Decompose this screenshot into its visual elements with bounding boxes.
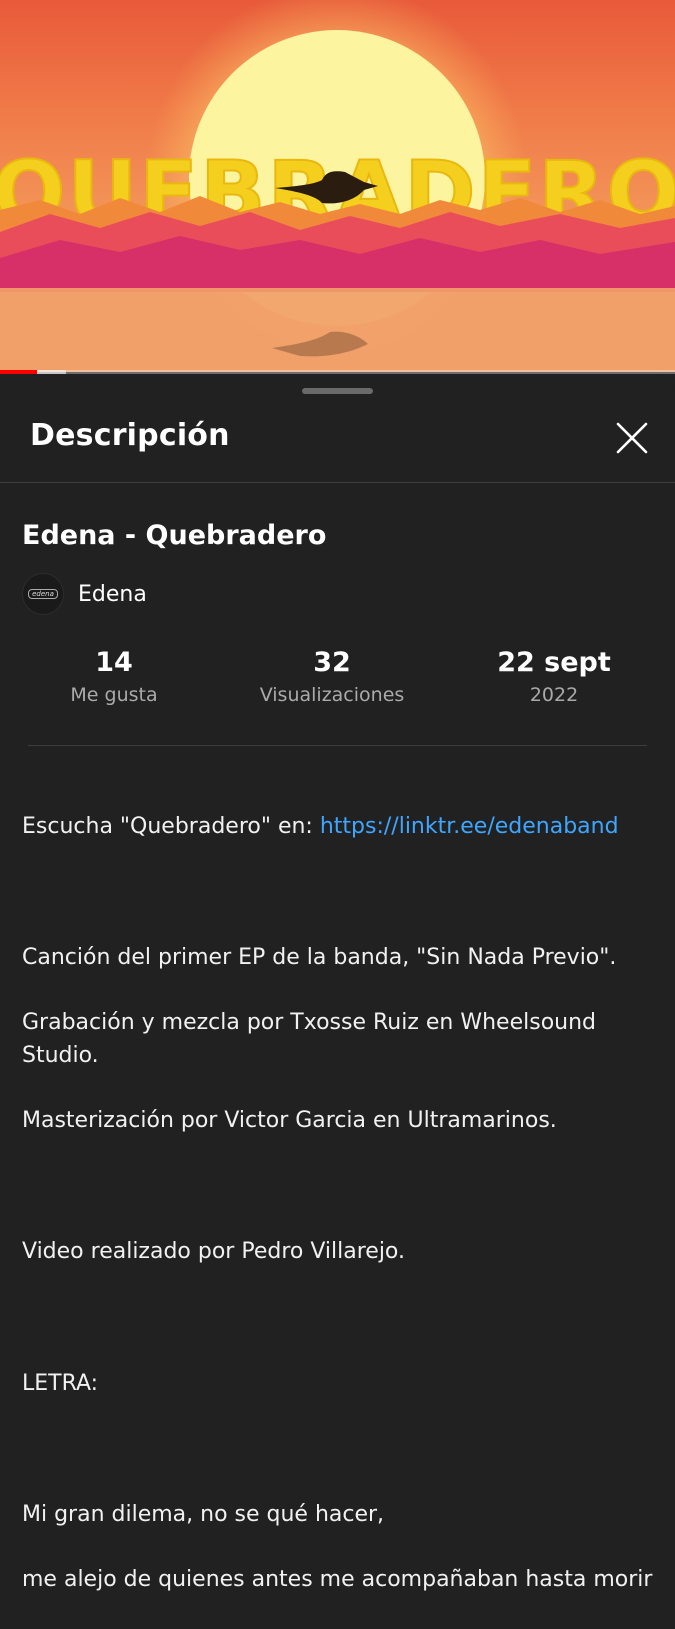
listen-prefix: Escucha "Quebradero" en:: [22, 813, 320, 839]
channel-avatar[interactable]: edena: [22, 573, 64, 615]
description-text: Escucha "Quebradero" en: https://linktr.…: [22, 778, 662, 1629]
lyrics-heading: LETRA:: [22, 1370, 99, 1396]
views-stat: 32 Visualizaciones: [242, 646, 422, 706]
channel-row[interactable]: edena Edena: [22, 572, 147, 616]
publish-year: 2022: [529, 684, 579, 706]
close-button[interactable]: [610, 416, 654, 460]
lyrics-line: me alejo de quienes antes me acompañaban…: [22, 1567, 653, 1592]
description-line: Grabación y mezcla por Txosse Ruiz en Wh…: [22, 1010, 597, 1068]
divider: [28, 745, 647, 746]
views-count: 32: [313, 647, 351, 678]
close-icon: [616, 422, 648, 454]
description-line: Canción del primer EP de la banda, "Sin …: [22, 945, 617, 970]
listen-line: Escucha "Quebradero" en: https://linktr.…: [22, 811, 662, 844]
video-artwork: QUEBRADERO: [0, 0, 675, 372]
drag-handle[interactable]: [302, 388, 373, 394]
description-line: Video realizado por Pedro Villarejo.: [22, 1239, 406, 1264]
views-label: Visualizaciones: [259, 684, 405, 706]
reflection: [0, 288, 675, 372]
channel-name[interactable]: Edena: [78, 582, 147, 607]
stats-row: 14 Me gusta 32 Visualizaciones 22 sept 2…: [0, 646, 675, 726]
likes-label: Me gusta: [70, 684, 158, 706]
likes-stat: 14 Me gusta: [36, 646, 192, 706]
divider: [0, 482, 675, 483]
publish-date: 22 sept: [497, 647, 611, 678]
video-player[interactable]: QUEBRADERO: [0, 0, 675, 372]
lyrics-line: Mi gran dilema, no se qué hacer,: [22, 1502, 385, 1527]
date-stat: 22 sept 2022: [474, 646, 634, 706]
likes-count: 14: [95, 647, 133, 678]
linktree-link[interactable]: https://linktr.ee/edenaband: [320, 814, 619, 839]
video-title: Edena - Quebradero: [22, 520, 327, 551]
description-line: Masterización por Victor Garcia en Ultra…: [22, 1107, 557, 1133]
description-sheet: Descripción Edena - Quebradero edena Ede…: [0, 374, 675, 1592]
sheet-title: Descripción: [30, 418, 230, 453]
channel-avatar-text: edena: [28, 589, 58, 599]
